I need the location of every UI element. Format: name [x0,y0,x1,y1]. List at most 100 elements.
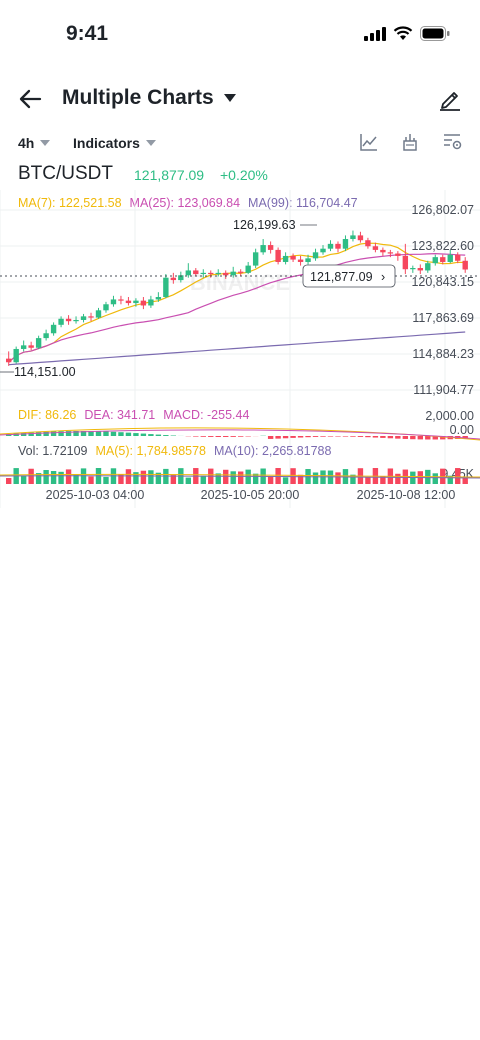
candle-body [290,255,296,260]
kline-chart[interactable]: BINANCE 126,802.07123,822.60120,843.1511… [0,190,480,510]
line-chart-icon [360,134,377,151]
candle-body [320,248,326,253]
candle-body [297,259,304,262]
volume-bar [185,477,192,484]
last-price-tag-label: 121,877.09 [310,270,373,284]
candle-body [350,235,356,240]
time-axis: 2025-10-03 04:00 2025-10-05 20:00 2025-10-… [46,488,456,502]
candle-body [148,299,154,306]
macd-bar [230,436,236,437]
macd-bar [410,436,416,440]
candle-body [410,268,416,270]
chevron-right-icon: › [381,270,385,284]
candle-body [432,257,438,264]
caret-down-icon [40,140,51,146]
candle-body [50,324,57,334]
status-time: 9:41 [66,22,109,45]
chart-style-button[interactable] [360,133,378,156]
signal-icon [364,26,386,41]
volume-bar [267,476,274,484]
candle-body [252,252,259,266]
candle-body [230,271,236,276]
candle-body [372,246,379,250]
candle-body [28,345,34,348]
price-tick-label: 117,863.69 [412,311,474,325]
macd-tick-label: 2,000.00 [425,409,474,423]
macd-bar [200,436,206,437]
macd-bar [365,436,371,438]
candle-body [35,338,42,348]
volume-bar [6,478,12,484]
candle-body [387,252,394,254]
macd-bar [350,436,356,437]
candle-body [357,235,364,241]
candle-body [223,272,229,276]
price-tick-label: 123,822.60 [411,239,474,253]
macd-bar [342,436,349,437]
candle-body [455,254,461,261]
candle-body [13,348,19,363]
candles [6,230,468,366]
macd-bar [125,432,132,436]
volume-bar [43,470,49,484]
chart-mode-selector[interactable]: Multiple Charts [62,86,236,110]
macd-bar [193,436,199,437]
candle-body [305,258,311,262]
arrow-left-icon [19,89,42,109]
caret-down-icon [145,140,156,146]
volume-bar [20,475,27,484]
volume-bar [432,473,438,484]
high-marker: 126,199.63 [233,218,317,232]
candle-body [193,270,199,275]
indicators-label: Indicators [73,135,140,151]
candle-body [110,299,117,305]
last-price: 121,877.09 [134,167,205,183]
volume-bar [238,471,244,484]
candle-body [395,253,401,256]
vol-ma5-value: MA(5): 1,784.98578 [95,444,207,458]
macd-bar [118,432,124,436]
chart-grid [0,190,480,508]
candle-body [260,245,266,253]
macd-bar [163,435,169,436]
battery-icon [420,26,450,41]
interval-label: 4h [18,135,35,151]
pencil-icon [440,92,460,111]
depth-button[interactable] [402,133,418,156]
candle-body [133,300,139,304]
last-price-tag[interactable]: 121,877.09 › [302,264,396,288]
macd-bar [103,431,109,436]
dif-value: DIF: 86.26 [18,408,77,422]
ma99-line [8,331,466,366]
macd-bar [357,436,364,437]
candle-body [447,254,453,262]
page-title: Multiple Charts [62,86,214,109]
macd-bar [372,436,379,438]
macd-bar [417,436,424,440]
chart-settings-button[interactable] [443,133,463,156]
macd-bar [133,433,139,436]
price-tick-label: 111,904.77 [413,383,474,397]
candle-body [65,318,72,322]
candle-body [125,300,132,304]
candle-body [58,318,64,325]
back-button[interactable] [18,88,42,115]
price-tick-label: 120,843.15 [411,275,474,289]
macd-bar [402,436,409,439]
volume-panel: 9.45K [0,467,480,484]
candle-body [140,300,147,306]
volume-bar [335,472,341,484]
wifi-icon [393,26,413,40]
draw-button[interactable] [438,87,462,116]
pair-symbol[interactable]: BTC/USDT [18,163,113,185]
macd-bar [290,436,296,438]
volume-legend: Vol: 1.72109 MA(5): 1,784.98578 MA(10): … [18,444,331,458]
price-tick-label: 126,802.07 [411,203,474,217]
indicators-selector[interactable]: Indicators [73,135,156,151]
macd-bar [208,436,214,437]
candle-body [155,297,162,300]
macd-bar [110,431,117,436]
time-tick-label: 2025-10-05 20:00 [201,488,300,502]
candle-body [245,265,251,273]
interval-selector[interactable]: 4h [18,135,51,151]
